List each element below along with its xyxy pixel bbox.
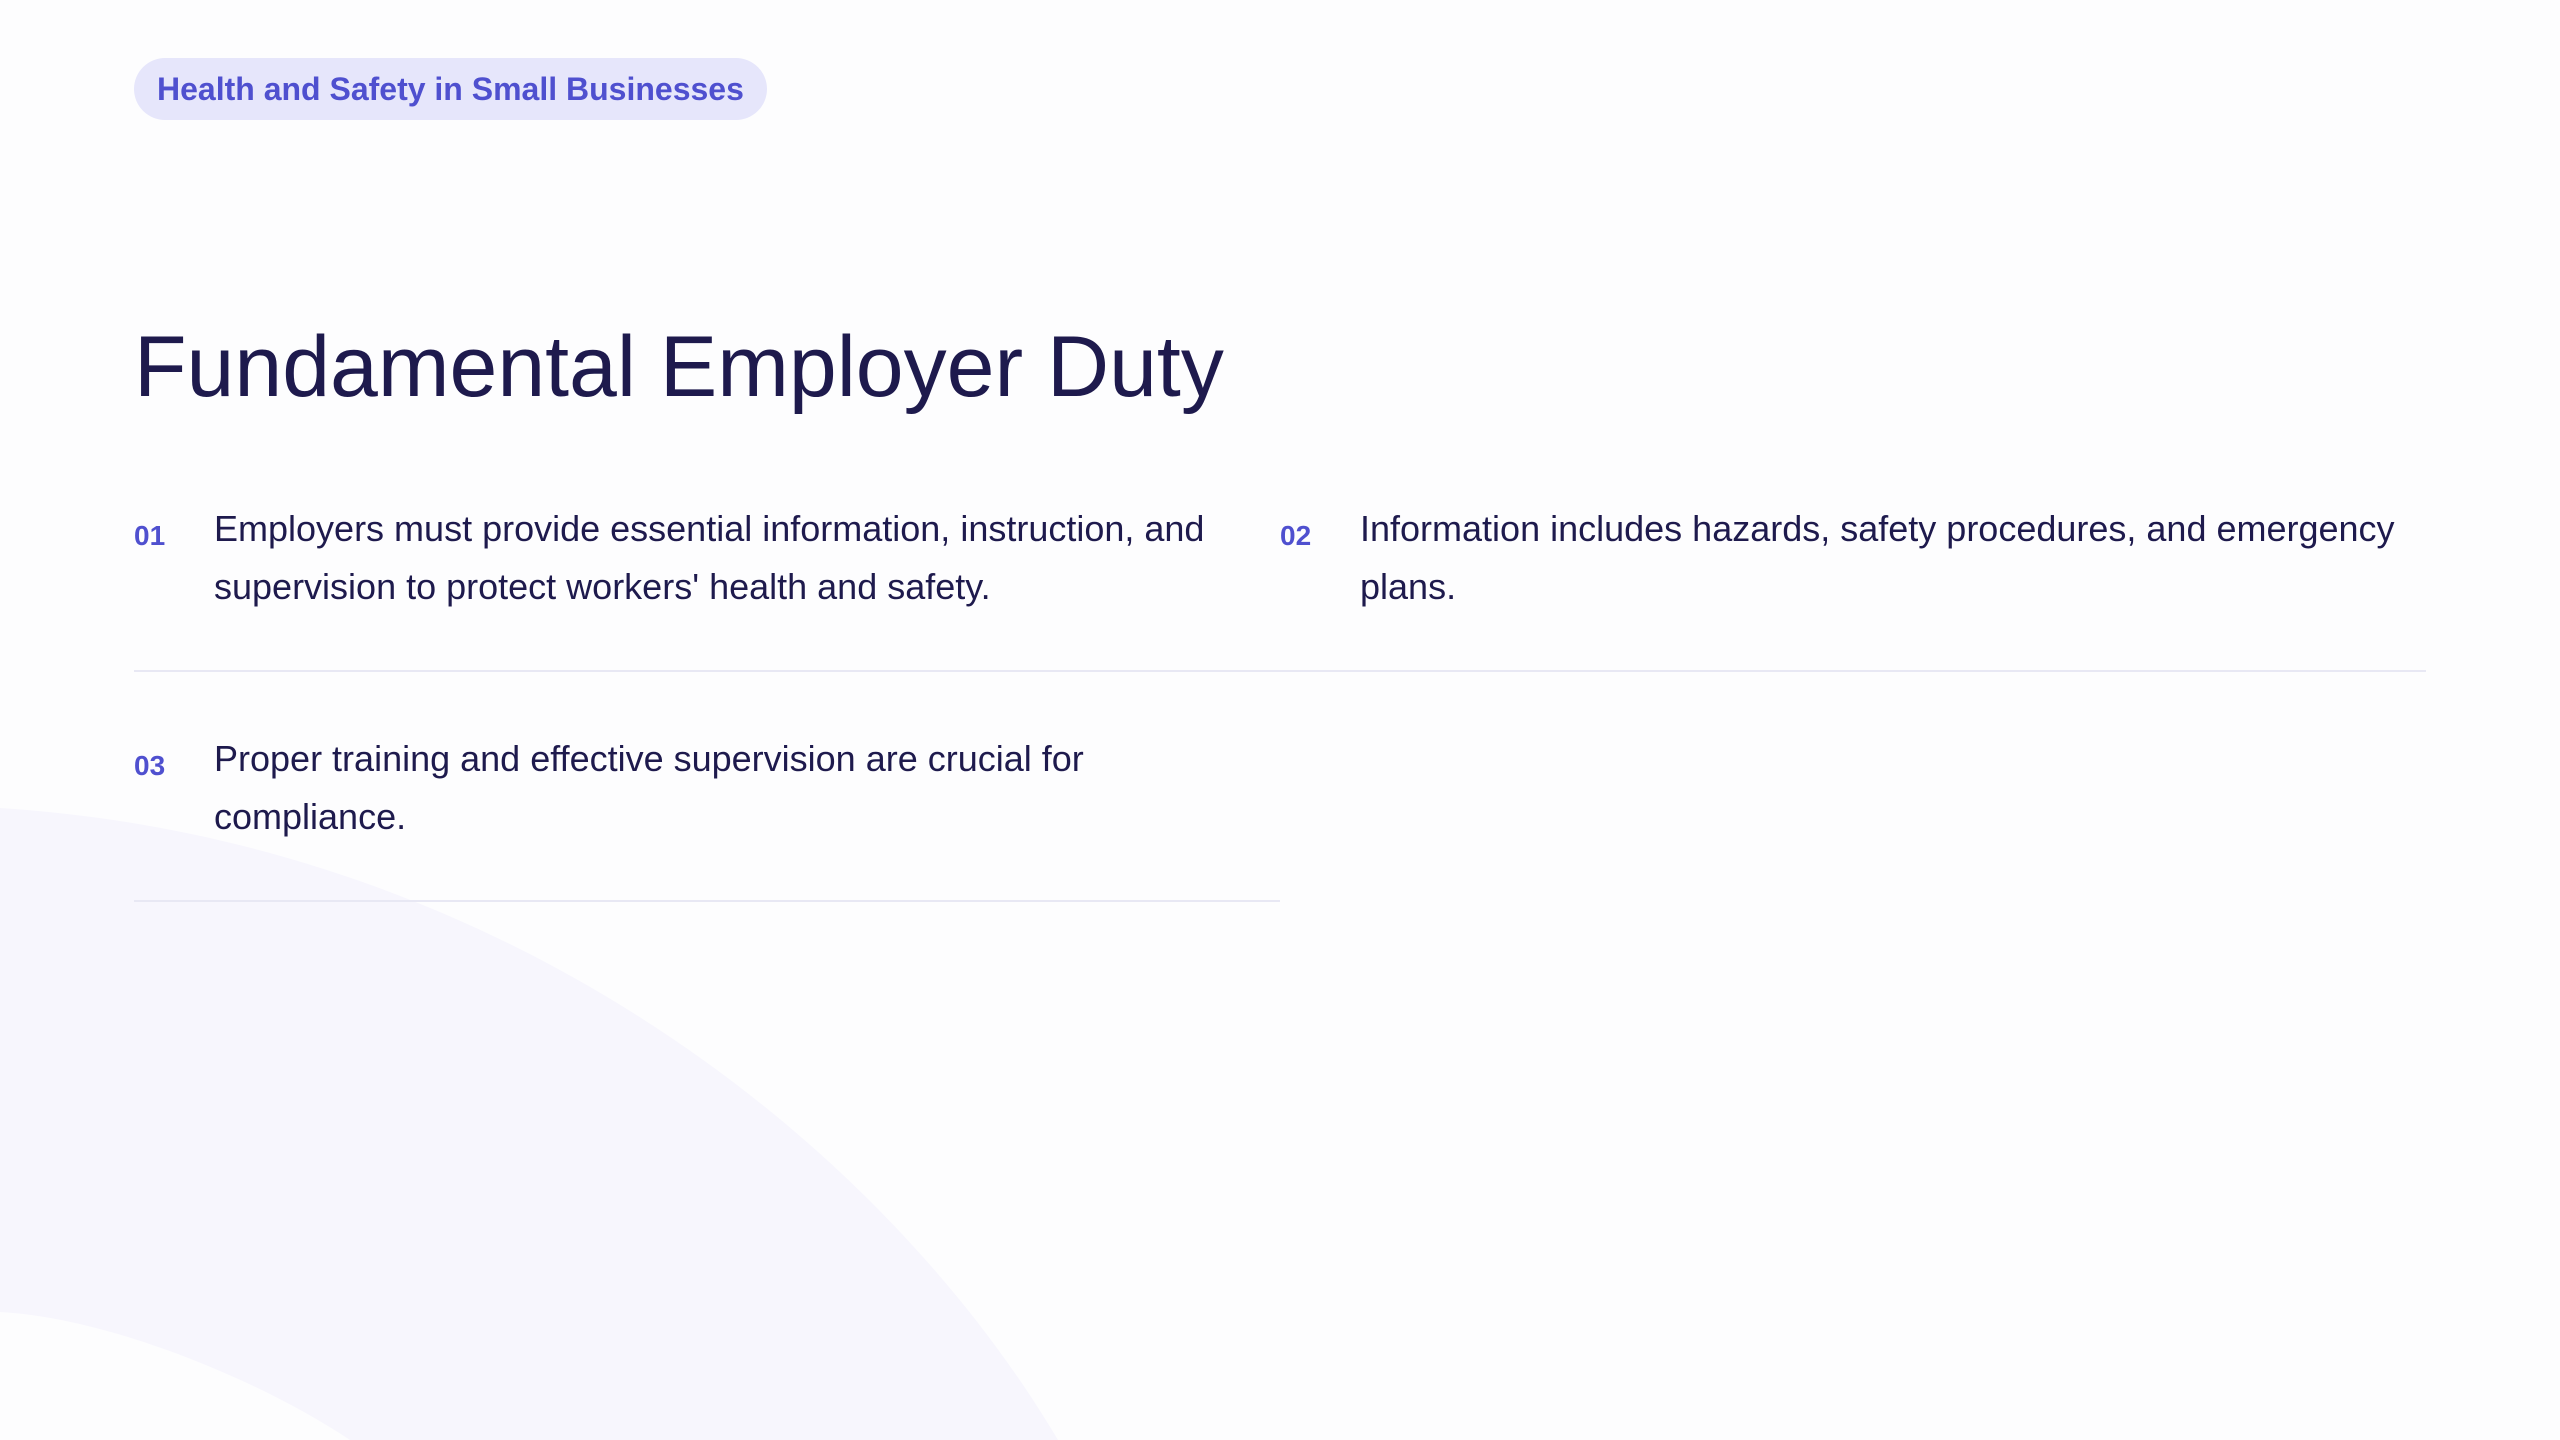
list-item: 01 Employers must provide essential info… xyxy=(134,442,1280,672)
item-number: 03 xyxy=(134,750,166,781)
item-number: 01 xyxy=(134,520,166,551)
list-item: 02 Information includes hazards, safety … xyxy=(1280,442,2426,672)
topic-tag: Health and Safety in Small Businesses xyxy=(134,58,767,120)
slide-content: Health and Safety in Small Businesses Fu… xyxy=(134,0,2426,1440)
item-text: Information includes hazards, safety pro… xyxy=(1360,508,2395,607)
page-title: Fundamental Employer Duty xyxy=(134,319,1224,415)
item-text: Proper training and effective supervisio… xyxy=(214,738,1084,837)
list-item: 03 Proper training and effective supervi… xyxy=(134,672,1280,902)
item-text: Employers must provide essential informa… xyxy=(214,508,1205,607)
item-number: 02 xyxy=(1280,520,1312,551)
